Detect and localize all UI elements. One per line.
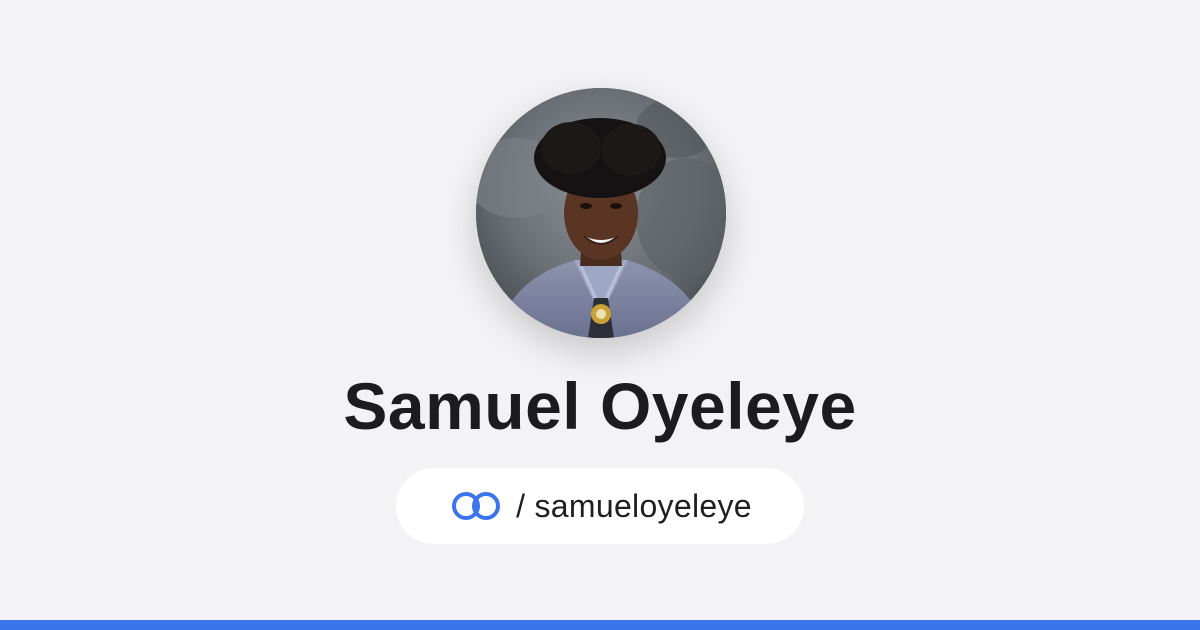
linked-rings-icon	[452, 492, 501, 520]
avatar-photo	[476, 88, 726, 338]
profile-share-card: Samuel Oyeleye / samueloyeleye	[0, 0, 1200, 620]
profile-handle: / samueloyeleye	[516, 487, 752, 524]
accent-bar	[0, 620, 1200, 630]
profile-handle-link[interactable]: / samueloyeleye	[396, 468, 804, 544]
profile-name: Samuel Oyeleye	[343, 369, 857, 443]
profile-avatar	[476, 88, 726, 338]
